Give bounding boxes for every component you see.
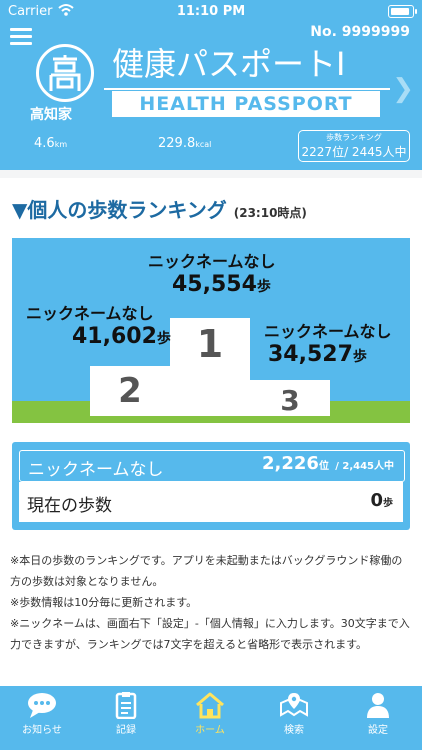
my-nickname: ニックネームなし bbox=[28, 460, 164, 480]
second-place-steps: 41,602歩 bbox=[72, 324, 171, 349]
note-item: ※歩数情報は10分毎に更新されます。 bbox=[10, 596, 198, 609]
my-steps-value: 0歩 bbox=[370, 490, 393, 511]
ranking-podium: 2 1 3 ニックネームなし 45,554歩 ニックネームなし 41,602歩 … bbox=[12, 238, 410, 423]
note-item: ※ニックネームは、画面右下「設定」-「個人情報」に入力します。30文字まで入力で… bbox=[10, 617, 410, 651]
house-icon bbox=[196, 692, 224, 719]
logo-text: 高知家 bbox=[30, 107, 72, 123]
ranking-notes: ※本日の歩数のランキングです。アプリを未起動またはバックグラウンド稼働の方の歩数… bbox=[10, 550, 412, 655]
map-pin-icon bbox=[280, 693, 308, 717]
title-divider bbox=[104, 88, 390, 90]
tab-news[interactable]: お知らせ bbox=[0, 691, 84, 736]
third-place-name: ニックネームなし bbox=[264, 322, 392, 341]
my-rank-row: ニックネームなし 2,226位 / 2,445人中 bbox=[19, 450, 405, 482]
first-place-steps: 45,554歩 bbox=[172, 272, 271, 297]
clock-label: 11:10 PM bbox=[176, 4, 246, 19]
ranking-time: (23:10時点) bbox=[233, 206, 307, 220]
third-place-block: 3 bbox=[250, 380, 330, 417]
my-ranking-card: ニックネームなし 2,226位 / 2,445人中 現在の歩数 0歩 bbox=[12, 442, 410, 530]
note-item: ※本日の歩数のランキングです。アプリを未起動またはバックグラウンド稼働の方の歩数… bbox=[10, 554, 403, 588]
tab-records[interactable]: 記録 bbox=[84, 691, 168, 736]
chevron-right-icon[interactable]: ❯ bbox=[392, 74, 414, 104]
my-rank-value: 2,226位 / 2,445人中 bbox=[262, 453, 394, 474]
member-number: No. 9999999 bbox=[310, 24, 410, 40]
second-place-block: 2 bbox=[90, 366, 170, 416]
tab-home[interactable]: ホーム bbox=[168, 691, 252, 736]
second-place-name: ニックネームなし bbox=[26, 304, 154, 323]
logo-emblem bbox=[36, 44, 94, 102]
tab-settings[interactable]: 設定 bbox=[336, 691, 420, 736]
battery-icon bbox=[388, 5, 417, 18]
app-header: Carrier 11:10 PM No. 9999999 高知家 健康パスポート… bbox=[0, 0, 422, 170]
menu-button[interactable] bbox=[10, 28, 32, 46]
status-bar: Carrier 11:10 PM bbox=[0, 0, 422, 22]
clipboard-icon bbox=[115, 692, 137, 719]
first-place-name: ニックネームなし bbox=[148, 252, 276, 271]
speech-bubble-icon bbox=[28, 693, 56, 718]
tab-bar: お知らせ 記録 ホーム 検索 設定 bbox=[0, 686, 422, 750]
first-place-block: 1 bbox=[170, 318, 250, 416]
app-title: 健康パスポートⅠ bbox=[112, 45, 346, 83]
ranking-panel: ▼個人の歩数ランキング (23:10時点) 2 1 3 ニックネームなし 45,… bbox=[0, 178, 422, 686]
app-subtitle: HEALTH PASSPORT bbox=[112, 91, 380, 117]
ranking-title: ▼個人の歩数ランキング (23:10時点) bbox=[12, 198, 307, 222]
person-icon bbox=[367, 693, 389, 718]
third-place-steps: 34,527歩 bbox=[268, 342, 367, 367]
step-ranking-summary[interactable]: 歩数ランキング 2227位/ 2445人中 bbox=[298, 130, 410, 162]
distance-stat: 4.6km bbox=[34, 136, 68, 151]
tab-search[interactable]: 検索 bbox=[252, 691, 336, 736]
my-steps-label: 現在の歩数 bbox=[27, 496, 112, 516]
my-steps-row: 現在の歩数 0歩 bbox=[19, 482, 403, 522]
calorie-stat: 229.8kcal bbox=[158, 136, 212, 151]
